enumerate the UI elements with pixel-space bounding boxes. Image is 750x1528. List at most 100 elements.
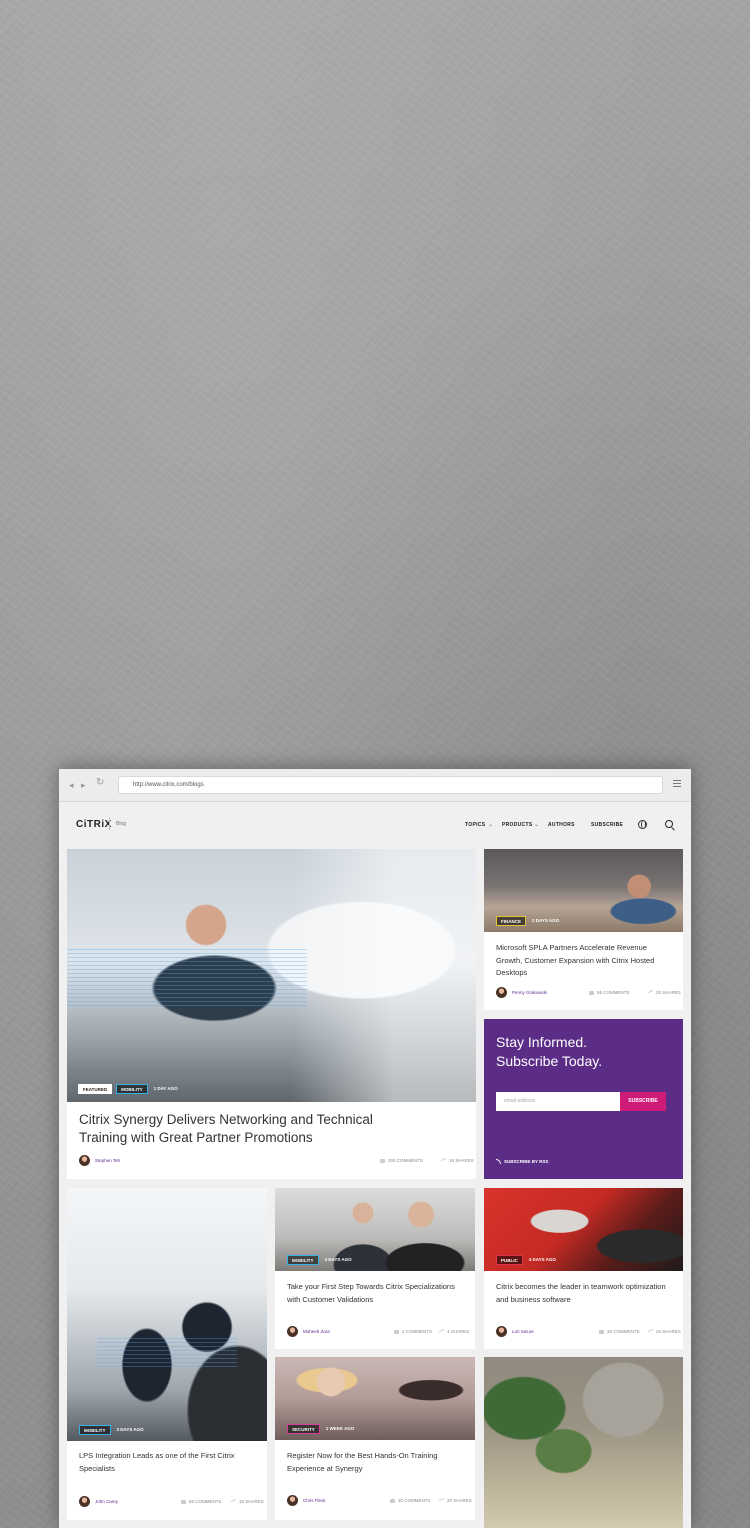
author-name[interactable]: Chris Fleck: [303, 1498, 326, 1503]
avatar[interactable]: [496, 987, 507, 998]
share-icon: [648, 1328, 653, 1335]
author-name[interactable]: Moheeb Zara: [303, 1329, 330, 1334]
shares-label: 20 SHARES: [656, 1329, 681, 1334]
comments-count[interactable]: 55 COMMENTS: [181, 1499, 222, 1504]
post-tags: FINANCE 2 DAYS AGO: [496, 916, 559, 926]
post-card[interactable]: PUBLIC 4 DAYS AGO Citrix becomes the lea…: [484, 1188, 683, 1349]
site-header: CiTRiX Blog TOPICS ⌄ PRODUCTS ⌄ AUTHORS …: [59, 802, 691, 848]
post-title[interactable]: Citrix becomes the leader in teamwork op…: [496, 1281, 671, 1306]
author-name[interactable]: Lori Seiure: [512, 1329, 534, 1334]
post-image: [484, 1357, 683, 1528]
comments-count[interactable]: 200 COMMENTS: [380, 1158, 423, 1163]
author-name[interactable]: John Carey: [95, 1499, 118, 1504]
avatar[interactable]: [79, 1496, 90, 1507]
post-title[interactable]: LPS Integration Leads as one of the Firs…: [79, 1450, 249, 1475]
logo-divider: [109, 818, 110, 830]
tag-featured[interactable]: FEATURED: [78, 1084, 113, 1094]
post-tags: MOBILITY 3 DAYS AGO: [287, 1255, 352, 1265]
shares-count[interactable]: 20 SHARES: [648, 1328, 681, 1335]
share-icon: [439, 1328, 444, 1335]
featured-image: [67, 849, 476, 1102]
featured-post-card[interactable]: FEATURED MOBILITY 1 DAY AGO Citrix Syner…: [67, 849, 476, 1179]
post-meta: Lori Seiure 20 COMMENTS 20 SHARES: [496, 1326, 691, 1337]
author-name[interactable]: Penny Grakowski: [512, 990, 547, 995]
nav-authors[interactable]: AUTHORS: [548, 822, 575, 828]
shares-count[interactable]: 20 SHARES: [648, 989, 681, 996]
globe-icon[interactable]: [638, 820, 647, 829]
comments-count[interactable]: 4 COMMENTS: [394, 1329, 432, 1334]
search-icon[interactable]: [665, 820, 673, 828]
address-bar[interactable]: http://www.citrix.com/blogs: [118, 776, 663, 794]
comments-count[interactable]: 20 COMMENTS: [599, 1329, 640, 1334]
comment-icon: [380, 1158, 385, 1163]
subscribe-heading: Stay Informed. Subscribe Today.: [496, 1033, 602, 1071]
tag-mobility[interactable]: MOBILITY: [287, 1255, 319, 1265]
post-age: 4 DAYS AGO: [528, 1257, 556, 1262]
author-name[interactable]: Stephen Teh: [95, 1158, 120, 1163]
comments-label: 200 COMMENTS: [388, 1158, 424, 1163]
shares-count[interactable]: 20 SHARES: [439, 1497, 472, 1504]
post-title[interactable]: Take your First Step Towards Citrix Spec…: [287, 1281, 462, 1306]
post-card[interactable]: [484, 1357, 683, 1528]
post-meta: Chris Fleck 30 COMMENTS 20 SHARES: [287, 1495, 487, 1506]
avatar[interactable]: [287, 1495, 298, 1506]
post-title[interactable]: Microsoft SPLA Partners Accelerate Reven…: [496, 942, 661, 980]
subscribe-heading-line2: Subscribe Today.: [496, 1053, 603, 1069]
subscribe-rss-link[interactable]: SUBSCRIBE BY RSS: [496, 1159, 548, 1164]
scanline-overlay: [97, 1338, 237, 1368]
nav-topics[interactable]: TOPICS: [465, 822, 485, 828]
share-icon: [439, 1497, 444, 1504]
shares-label: 20 SHARES: [656, 990, 681, 995]
comments-count[interactable]: 55 COMMENTS: [589, 990, 630, 995]
post-meta: Stephen Teh 200 COMMENTS 19 SHARES: [79, 1155, 488, 1166]
avatar[interactable]: [79, 1155, 90, 1166]
avatar[interactable]: [496, 1326, 507, 1337]
section-label: Blog: [116, 821, 127, 827]
comments-label: 55 COMMENTS: [597, 990, 630, 995]
tag-mobility[interactable]: MOBILITY: [79, 1425, 111, 1435]
featured-title[interactable]: Citrix Synergy Delivers Networking and T…: [79, 1111, 399, 1147]
chevron-down-icon: ⌄: [488, 822, 494, 828]
post-meta: Penny Grakowski 55 COMMENTS 20 SHARES: [496, 987, 691, 998]
post-card[interactable]: SECURITY 1 WEEK AGO Register Now for the…: [275, 1357, 475, 1520]
post-tags: MOBILITY 3 DAYS AGO: [79, 1425, 144, 1435]
post-card[interactable]: FINANCE 2 DAYS AGO Microsoft SPLA Partne…: [484, 849, 683, 1010]
post-age: 3 DAYS AGO: [116, 1427, 144, 1432]
browser-window: ◂ ▸ ↻ http://www.citrix.com/blogs CiTRiX…: [59, 769, 691, 1528]
subscribe-box: Stay Informed. Subscribe Today. email ad…: [484, 1019, 683, 1179]
back-icon[interactable]: ◂: [69, 780, 74, 790]
featured-tags: FEATURED MOBILITY 1 DAY AGO: [78, 1084, 178, 1094]
nav-products[interactable]: PRODUCTS: [502, 822, 532, 828]
reload-icon[interactable]: ↻: [96, 778, 104, 788]
post-card[interactable]: MOBILITY 3 DAYS AGO LPS Integration Lead…: [67, 1188, 267, 1520]
post-meta: Moheeb Zara 4 COMMENTS 4 SHARES: [287, 1326, 487, 1337]
chevron-down-icon: ⌄: [534, 822, 540, 828]
email-field[interactable]: email address: [496, 1092, 620, 1111]
shares-count[interactable]: 4 SHARES: [439, 1328, 469, 1335]
tag-security[interactable]: SECURITY: [287, 1424, 320, 1434]
tag-finance[interactable]: FINANCE: [496, 916, 526, 926]
citrix-logo[interactable]: CiTRiX: [76, 819, 112, 830]
post-card[interactable]: MOBILITY 3 DAYS AGO Take your First Step…: [275, 1188, 475, 1349]
scanline-overlay: [67, 949, 307, 1009]
browser-menu-icon[interactable]: [673, 780, 681, 787]
shares-count[interactable]: 19 SHARES: [231, 1498, 264, 1505]
tag-mobility[interactable]: MOBILITY: [116, 1084, 148, 1094]
post-age: 1 WEEK AGO: [325, 1426, 355, 1431]
comment-icon: [394, 1329, 399, 1334]
subscribe-button[interactable]: SUBSCRIBE: [620, 1092, 666, 1111]
tag-public[interactable]: PUBLIC: [496, 1255, 523, 1265]
nav-subscribe[interactable]: SUBSCRIBE: [591, 822, 623, 828]
post-title[interactable]: Register Now for the Best Hands-On Train…: [287, 1450, 452, 1475]
comment-icon: [589, 990, 594, 995]
shares-count[interactable]: 19 SHARES: [441, 1157, 474, 1164]
comment-icon: [181, 1499, 186, 1504]
post-age: 2 DAYS AGO: [532, 918, 560, 923]
avatar[interactable]: [287, 1326, 298, 1337]
post-tags: PUBLIC 4 DAYS AGO: [496, 1255, 556, 1265]
post-meta: John Carey 55 COMMENTS 19 SHARES: [79, 1496, 279, 1507]
comments-label: 20 COMMENTS: [607, 1329, 640, 1334]
comments-count[interactable]: 30 COMMENTS: [390, 1498, 431, 1503]
shares-label: 20 SHARES: [447, 1498, 472, 1503]
forward-icon[interactable]: ▸: [81, 780, 86, 790]
